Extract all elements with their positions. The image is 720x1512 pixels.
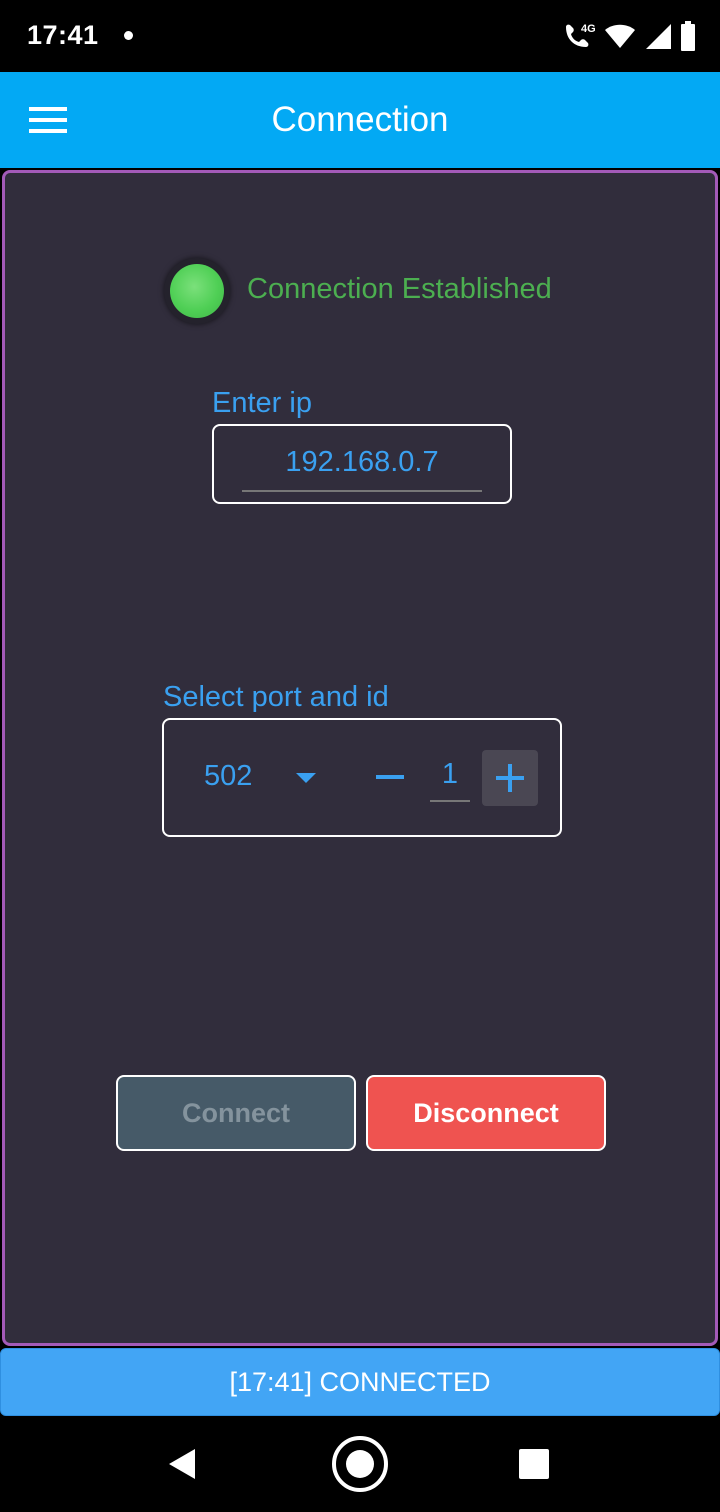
connect-button[interactable]: Connect: [116, 1075, 356, 1151]
dropdown-arrow-icon: [296, 773, 316, 783]
back-icon[interactable]: [167, 1448, 197, 1485]
green-led-indicator: [164, 258, 230, 324]
ip-input[interactable]: [242, 434, 482, 492]
ip-field-box: [212, 424, 512, 504]
id-input[interactable]: [430, 748, 470, 802]
port-id-box: 502: [162, 718, 562, 837]
port-selected-value: 502: [204, 760, 253, 792]
id-decrement-button[interactable]: [372, 754, 408, 798]
app-bar: Connection: [0, 72, 720, 168]
status-time: 17:41: [27, 20, 99, 50]
connection-log-status: [17:41] CONNECTED: [0, 1348, 720, 1416]
menu-button[interactable]: [20, 96, 76, 144]
connection-panel: Connection Established Enter ip Select p…: [2, 170, 718, 1346]
id-increment-button[interactable]: [482, 750, 538, 806]
connection-status-text: Connection Established: [247, 273, 552, 305]
ip-label: Enter ip: [212, 387, 312, 419]
port-dropdown[interactable]: 502: [184, 746, 324, 806]
port-label: Select port and id: [163, 681, 389, 713]
status-icons: 4G: [562, 20, 696, 52]
status-bar: 17:41 4G: [0, 0, 720, 72]
disconnect-button[interactable]: Disconnect: [366, 1075, 606, 1151]
page-title: Connection: [271, 100, 449, 139]
network-type-label: 4G: [581, 23, 596, 35]
hamburger-menu-icon: [29, 107, 67, 133]
screen: 17:41 4G Connection Connection Establish…: [0, 0, 720, 1512]
navigation-bar: [0, 1416, 720, 1512]
notification-dot-icon: [124, 31, 133, 40]
wifi-icon: [604, 22, 636, 50]
wifi-calling-icon: 4G: [562, 21, 596, 51]
home-icon[interactable]: [332, 1436, 388, 1492]
cell-signal-icon: [644, 22, 672, 50]
recent-apps-icon[interactable]: [519, 1449, 549, 1479]
battery-icon: [680, 21, 696, 51]
